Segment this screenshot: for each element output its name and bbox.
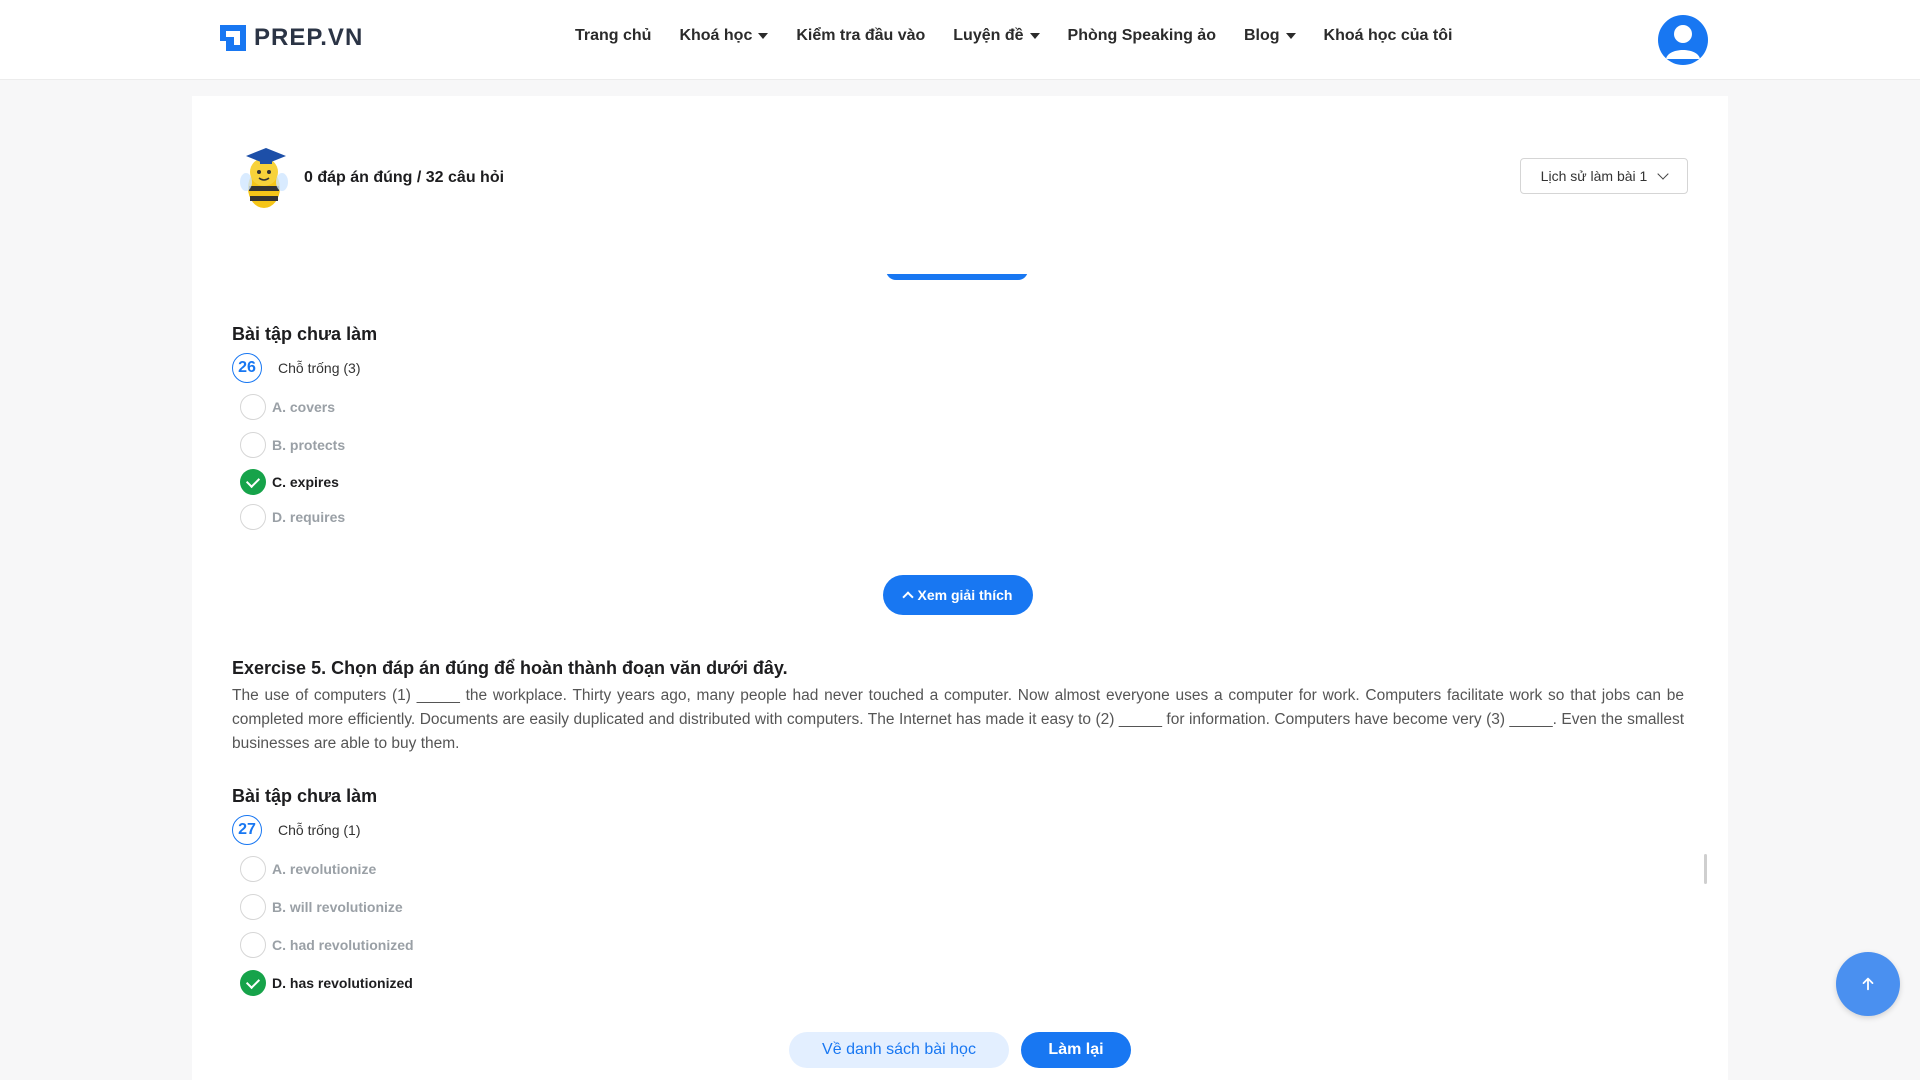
caret-down-icon: [758, 33, 769, 39]
arrow-up-icon: [1862, 977, 1874, 991]
answer-option[interactable]: A. covers: [240, 394, 335, 420]
nav-label: Khoá học của tôi: [1323, 27, 1453, 44]
option-text: C. expires: [272, 474, 339, 490]
nav-item-placement-test[interactable]: Kiểm tra đầu vào: [796, 27, 925, 45]
scrollbar-thumb[interactable]: [1704, 854, 1707, 884]
view-explanation-label: Xem giải thích: [917, 587, 1013, 603]
chevron-up-icon: [901, 591, 914, 603]
answer-option-selected[interactable]: C. expires: [240, 469, 339, 495]
radio-button[interactable]: [240, 394, 266, 420]
redo-button[interactable]: Làm lại: [1021, 1032, 1131, 1068]
top-navbar: PREP.VN Trang chủ Khoá học Kiểm tra đầu …: [0, 0, 1920, 80]
question-blank-label: Chỗ trống (3): [278, 360, 361, 376]
nav-item-courses[interactable]: Khoá học: [679, 27, 769, 45]
radio-button[interactable]: [240, 432, 266, 458]
question-number-badge: 27: [232, 815, 262, 845]
option-text: D. requires: [272, 509, 346, 525]
nav-item-home[interactable]: Trang chủ: [575, 27, 651, 45]
nav-item-my-courses[interactable]: Khoá học của tôi: [1324, 27, 1453, 45]
question-header: 26 Chỗ trống (3): [232, 353, 360, 383]
nav-item-speaking-room[interactable]: Phòng Speaking ảo: [1068, 27, 1216, 45]
nav-label: Phòng Speaking ảo: [1067, 27, 1216, 44]
radio-button[interactable]: [240, 894, 266, 920]
radio-button[interactable]: [240, 504, 266, 530]
prep-logo[interactable]: PREP.VN: [218, 22, 363, 54]
nav-label: Luyện đề: [953, 27, 1024, 44]
brand-name: PREP.VN: [254, 24, 364, 51]
question-header: 27 Chỗ trống (1): [232, 815, 360, 845]
bee-mascot-icon: [240, 148, 288, 208]
option-text: C. had revolutionized: [272, 937, 414, 953]
prep-logo-icon: [220, 25, 246, 51]
option-text: B. protects: [272, 437, 346, 453]
answer-option[interactable]: B. will revolutionize: [240, 894, 403, 920]
nav-label: Khoá học: [679, 27, 753, 44]
user-avatar[interactable]: [1658, 15, 1708, 65]
answer-option[interactable]: D. requires: [240, 504, 345, 530]
chevron-down-icon: [1657, 168, 1669, 180]
section-title: Bài tập chưa làm: [232, 786, 378, 806]
exercise-title: Exercise 5. Chọn đáp án đúng để hoàn thà…: [232, 658, 788, 678]
back-to-lessons-button[interactable]: Về danh sách bài học: [789, 1032, 1009, 1068]
question-blank-label: Chỗ trống (1): [278, 822, 361, 838]
exercise-passage: The use of computers (1) _____ the workp…: [232, 687, 1684, 752]
answer-option[interactable]: A. revolutionize: [240, 856, 376, 882]
nav-item-practice-tests[interactable]: Luyện đề: [953, 27, 1040, 45]
score-summary: 0 đáp án đúng / 32 câu hỏi: [232, 142, 504, 214]
check-circle-icon[interactable]: [240, 469, 266, 495]
answer-option-selected[interactable]: D. has revolutionized: [240, 970, 413, 996]
caret-down-icon: [1285, 33, 1296, 39]
radio-button[interactable]: [240, 856, 266, 882]
user-icon: [1666, 25, 1700, 59]
attempt-history-label: Lịch sử làm bài 1: [1540, 168, 1648, 184]
option-text: B. will revolutionize: [272, 899, 403, 915]
nav-label: Blog: [1243, 27, 1280, 44]
check-circle-icon[interactable]: [240, 970, 266, 996]
nav-label: Trang chủ: [575, 27, 652, 44]
attempt-history-dropdown[interactable]: Lịch sử làm bài 1: [1520, 158, 1688, 194]
score-text: 0 đáp án đúng / 32 câu hỏi: [304, 169, 505, 186]
nav-label: Kiểm tra đầu vào: [796, 27, 926, 44]
option-text: D. has revolutionized: [272, 975, 413, 991]
option-text: A. revolutionize: [272, 861, 377, 877]
main-nav: Trang chủ Khoá học Kiểm tra đầu vào Luyệ…: [575, 27, 1452, 45]
radio-button[interactable]: [240, 932, 266, 958]
view-explanation-button[interactable]: Xem giải thích: [883, 575, 1033, 615]
section-title: Bài tập chưa làm: [232, 324, 378, 344]
answer-option[interactable]: B. protects: [240, 432, 345, 458]
option-text: A. covers: [272, 399, 336, 415]
question-number-badge: 26: [232, 353, 262, 383]
answer-option[interactable]: C. had revolutionized: [240, 932, 414, 958]
scroll-to-top-button[interactable]: [1836, 952, 1900, 1016]
caret-down-icon: [1029, 33, 1040, 39]
nav-item-blog[interactable]: Blog: [1244, 27, 1296, 45]
